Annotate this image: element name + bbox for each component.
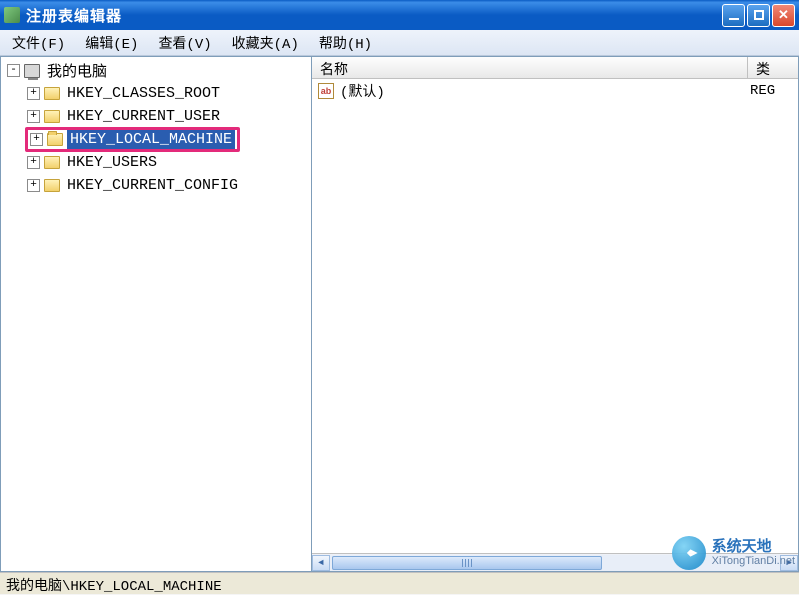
computer-icon [24, 64, 40, 78]
expand-icon[interactable]: + [27, 156, 40, 169]
titlebar: 注册表编辑器 [0, 0, 799, 30]
menu-edit[interactable]: 编辑(E) [75, 30, 148, 56]
tree-item-hklm[interactable]: + HKEY_LOCAL_MACHINE [1, 128, 311, 151]
menu-help[interactable]: 帮助(H) [309, 30, 382, 56]
watermark-url: XiTongTianDi.net [712, 555, 795, 567]
list-row[interactable]: ab (默认) REG [314, 81, 796, 101]
folder-icon [44, 156, 60, 169]
maximize-button[interactable] [747, 4, 770, 27]
watermark-name: 系统天地 [712, 539, 795, 556]
content-area: - 我的电脑 + HKEY_CLASSES_ROOT + HKEY_CURREN… [0, 56, 799, 572]
minimize-button[interactable] [722, 4, 745, 27]
tree-item-label[interactable]: HKEY_CURRENT_CONFIG [64, 176, 241, 195]
folder-icon [44, 87, 60, 100]
column-header-name[interactable]: 名称 [312, 57, 748, 78]
scroll-thumb[interactable] [332, 556, 602, 570]
status-path: 我的电脑\HKEY_LOCAL_MACHINE [6, 579, 222, 595]
folder-icon [44, 179, 60, 192]
list-body[interactable]: ab (默认) REG [312, 79, 798, 553]
string-value-icon: ab [318, 83, 334, 99]
folder-icon [44, 110, 60, 123]
tree-item-label-selected[interactable]: HKEY_LOCAL_MACHINE [67, 130, 235, 149]
highlight-box: + HKEY_LOCAL_MACHINE [25, 127, 240, 152]
tree-item-hkcu[interactable]: + HKEY_CURRENT_USER [1, 105, 311, 128]
watermark-text: 系统天地 XiTongTianDi.net [712, 539, 795, 568]
tree-item-label[interactable]: HKEY_USERS [64, 153, 160, 172]
value-type: REG [750, 83, 792, 99]
menu-favorites[interactable]: 收藏夹(A) [222, 30, 309, 56]
collapse-icon[interactable]: - [7, 64, 20, 77]
expand-icon[interactable]: + [27, 179, 40, 192]
folder-open-icon [47, 133, 63, 146]
window-title: 注册表编辑器 [26, 5, 722, 26]
column-header-type[interactable]: 类 [748, 57, 798, 78]
window-controls [722, 4, 795, 27]
menu-file[interactable]: 文件(F) [2, 30, 75, 56]
close-button[interactable] [772, 4, 795, 27]
list-header: 名称 类 [312, 57, 798, 79]
tree-root-label[interactable]: 我的电脑 [44, 59, 110, 82]
watermark: 系统天地 XiTongTianDi.net [672, 536, 795, 570]
value-name[interactable]: (默认) [340, 81, 750, 101]
list-panel: 名称 类 ab (默认) REG ◄ ► [312, 56, 799, 572]
tree-item-label[interactable]: HKEY_CLASSES_ROOT [64, 84, 223, 103]
expand-icon[interactable]: + [27, 110, 40, 123]
menu-view[interactable]: 查看(V) [148, 30, 221, 56]
watermark-logo-icon [672, 536, 706, 570]
scroll-grip-icon [462, 559, 472, 567]
expand-icon[interactable]: + [30, 133, 43, 146]
tree-item-hkcc[interactable]: + HKEY_CURRENT_CONFIG [1, 174, 311, 197]
app-icon [4, 7, 20, 23]
tree-panel[interactable]: - 我的电脑 + HKEY_CLASSES_ROOT + HKEY_CURREN… [0, 56, 312, 572]
statusbar: 我的电脑\HKEY_LOCAL_MACHINE [0, 572, 799, 594]
tree-root[interactable]: - 我的电脑 [1, 59, 311, 82]
menubar: 文件(F) 编辑(E) 查看(V) 收藏夹(A) 帮助(H) [0, 30, 799, 56]
scroll-left-arrow-icon[interactable]: ◄ [312, 555, 330, 571]
tree-item-hkcr[interactable]: + HKEY_CLASSES_ROOT [1, 82, 311, 105]
tree-item-label[interactable]: HKEY_CURRENT_USER [64, 107, 223, 126]
expand-icon[interactable]: + [27, 87, 40, 100]
tree-item-hku[interactable]: + HKEY_USERS [1, 151, 311, 174]
